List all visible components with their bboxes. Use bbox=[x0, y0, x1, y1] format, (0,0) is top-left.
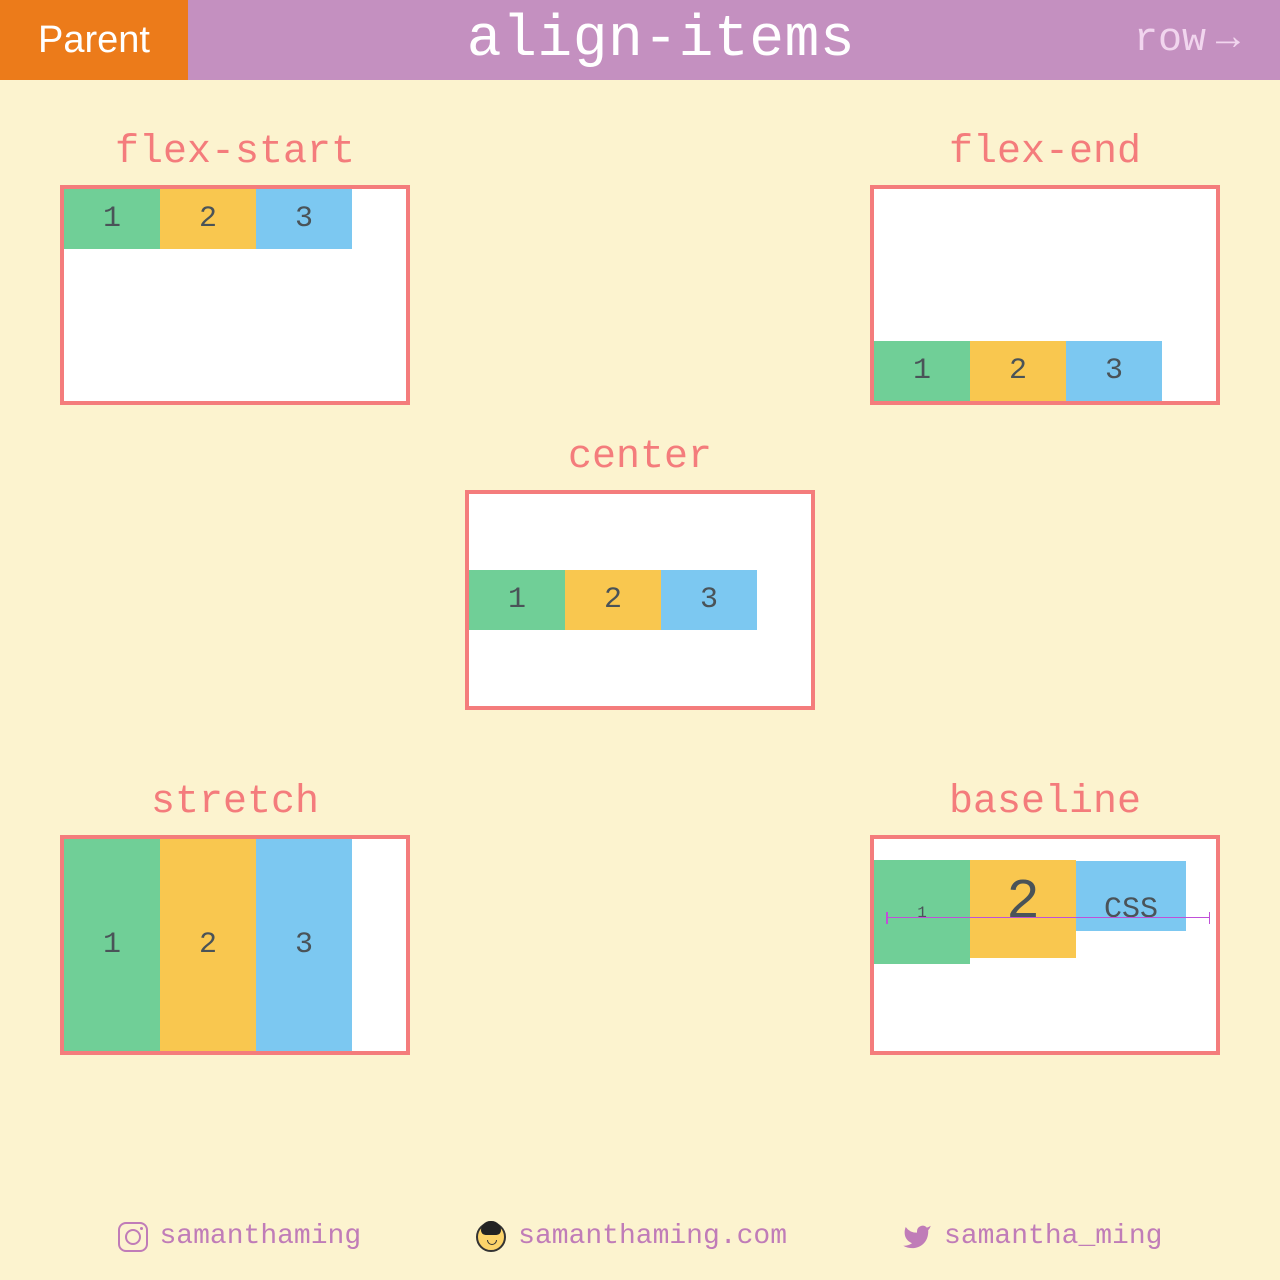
instagram-icon bbox=[118, 1222, 148, 1252]
direction-text: row bbox=[1134, 18, 1206, 63]
flex-item: 2 bbox=[160, 839, 256, 1051]
example-title: flex-start bbox=[60, 130, 410, 175]
example-title: center bbox=[465, 435, 815, 480]
page-title: align-items bbox=[188, 8, 1134, 73]
twitter-handle: samantha_ming bbox=[944, 1221, 1162, 1252]
flex-item: 1 bbox=[64, 189, 160, 249]
diagram-box: 1 2 3 bbox=[60, 185, 410, 405]
example-flex-start: flex-start 1 2 3 bbox=[60, 130, 410, 405]
example-baseline: baseline 1 2 CSS bbox=[870, 780, 1220, 1055]
diagram-box: 1 2 CSS bbox=[870, 835, 1220, 1055]
diagram-box: 1 2 3 bbox=[870, 185, 1220, 405]
social-twitter: samantha_ming bbox=[902, 1221, 1162, 1252]
flex-item: 3 bbox=[1066, 341, 1162, 401]
flex-item: CSS bbox=[1076, 861, 1186, 931]
social-website: samanthaming.com bbox=[476, 1221, 787, 1252]
example-title: stretch bbox=[60, 780, 410, 825]
header: Parent align-items row → bbox=[0, 0, 1280, 80]
flex-item: 2 bbox=[565, 570, 661, 630]
baseline-indicator bbox=[886, 917, 1210, 918]
example-flex-end: flex-end 1 2 3 bbox=[870, 130, 1220, 405]
diagram-box: 1 2 3 bbox=[60, 835, 410, 1055]
parent-badge: Parent bbox=[0, 0, 188, 80]
footer: samanthaming samanthaming.com samantha_m… bbox=[0, 1221, 1280, 1252]
diagram-box: 1 2 3 bbox=[465, 490, 815, 710]
flex-item: 1 bbox=[874, 341, 970, 401]
website-url: samanthaming.com bbox=[518, 1221, 787, 1252]
example-stretch: stretch 1 2 3 bbox=[60, 780, 410, 1055]
flex-item: 2 bbox=[160, 189, 256, 249]
flex-item: 1 bbox=[469, 570, 565, 630]
flex-item: 1 bbox=[64, 839, 160, 1051]
flex-item: 2 bbox=[970, 860, 1076, 958]
direction-label: row → bbox=[1134, 18, 1280, 63]
flex-item: 1 bbox=[874, 860, 970, 964]
flex-item: 3 bbox=[256, 189, 352, 249]
flex-item: 3 bbox=[661, 570, 757, 630]
social-instagram: samanthaming bbox=[118, 1221, 362, 1252]
example-title: baseline bbox=[870, 780, 1220, 825]
example-center: center 1 2 3 bbox=[465, 435, 815, 710]
flex-item: 3 bbox=[256, 839, 352, 1051]
avatar-icon bbox=[476, 1222, 506, 1252]
twitter-icon bbox=[902, 1222, 932, 1252]
example-title: flex-end bbox=[870, 130, 1220, 175]
instagram-handle: samanthaming bbox=[160, 1221, 362, 1252]
flex-item: 2 bbox=[970, 341, 1066, 401]
arrow-right-icon: → bbox=[1216, 17, 1240, 62]
